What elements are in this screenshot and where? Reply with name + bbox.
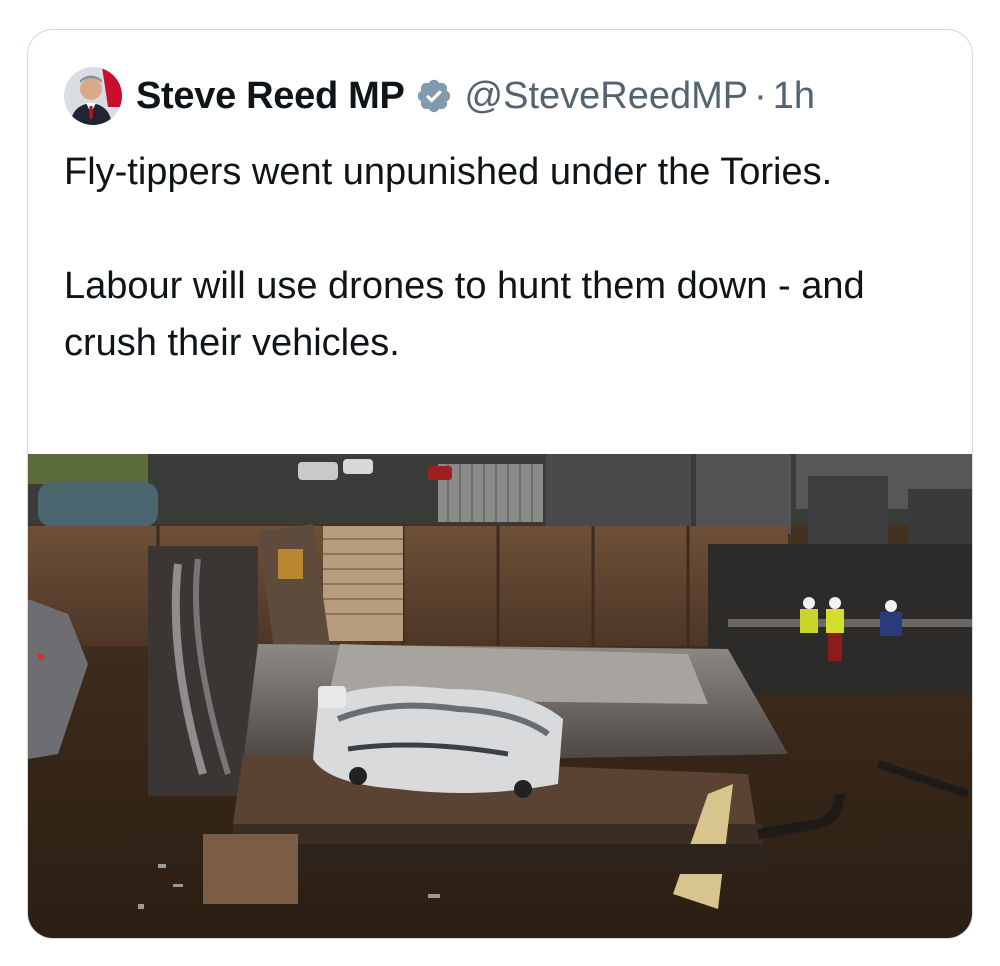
tweet-text: Fly-tippers went unpunished under the To…	[64, 144, 944, 372]
author-handle[interactable]: @SteveReedMP	[465, 75, 749, 118]
avatar[interactable]	[64, 67, 122, 125]
separator-dot: ·	[754, 74, 767, 117]
tweet-photo[interactable]	[28, 454, 972, 938]
avatar-image	[64, 67, 122, 125]
timestamp[interactable]: 1h	[773, 75, 815, 118]
photo-icon	[28, 454, 972, 938]
verified-badge-icon	[415, 77, 453, 115]
tweet-card[interactable]: Steve Reed MP @SteveReedMP · 1h Fly-tipp…	[27, 29, 973, 939]
tweet-paragraph: Fly-tippers went unpunished under the To…	[64, 151, 833, 193]
tweet-paragraph: Labour will use drones to hunt them down…	[64, 265, 865, 364]
author-name[interactable]: Steve Reed MP	[136, 75, 405, 118]
tweet-header: Steve Reed MP @SteveReedMP · 1h	[64, 66, 815, 126]
